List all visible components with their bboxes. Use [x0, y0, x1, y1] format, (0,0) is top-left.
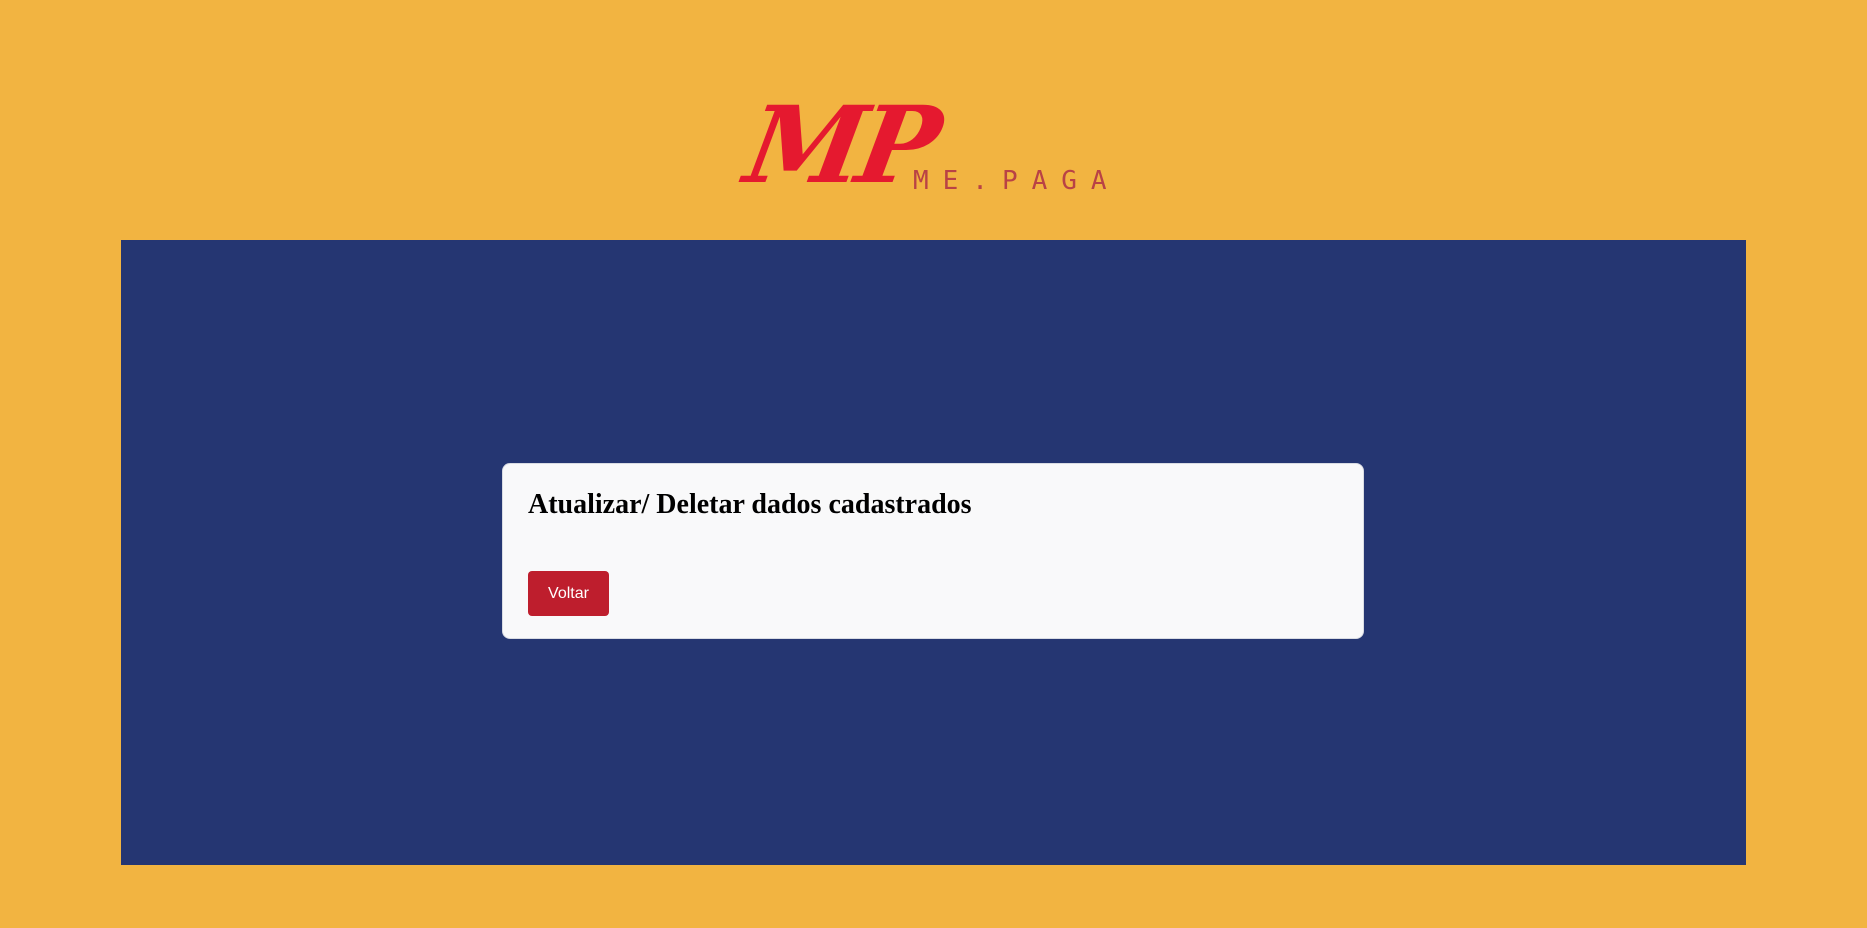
update-delete-card: Atualizar/ Deletar dados cadastrados Vol…	[502, 463, 1364, 639]
brand-logo: MP ME.PAGA	[737, 82, 1138, 207]
main-panel: Atualizar/ Deletar dados cadastrados Vol…	[121, 240, 1746, 865]
card-title: Atualizar/ Deletar dados cadastrados	[528, 489, 972, 520]
back-button[interactable]: Voltar	[528, 571, 609, 616]
logo-tagline: ME.PAGA	[913, 166, 1121, 196]
logo-mark: MP	[737, 82, 945, 207]
